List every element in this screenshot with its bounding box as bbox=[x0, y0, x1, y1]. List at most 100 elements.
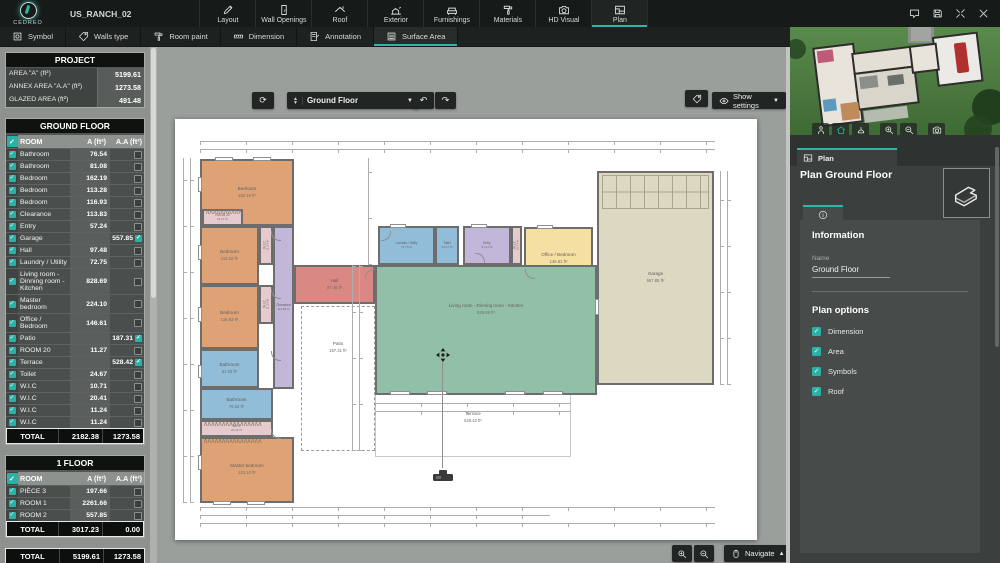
annex-checkbox[interactable] bbox=[134, 300, 142, 308]
navigate-dropdown[interactable]: Navigate ▲ bbox=[724, 545, 786, 562]
annex-checkbox[interactable] bbox=[134, 259, 142, 267]
table-row[interactable]: ✓Bedroom162.19 bbox=[6, 172, 144, 184]
checkbox[interactable]: ✓ bbox=[812, 327, 821, 336]
row-checkbox[interactable]: ✓ bbox=[9, 488, 16, 495]
close-button[interactable] bbox=[976, 7, 990, 21]
annex-checkbox[interactable] bbox=[134, 223, 142, 231]
room-entry[interactable]: Entry57.24 ft² bbox=[463, 226, 511, 265]
zoom-in-button[interactable] bbox=[672, 545, 692, 562]
annex-checkbox[interactable]: ✓ bbox=[135, 359, 142, 366]
annex-checkbox[interactable] bbox=[134, 512, 142, 520]
row-checkbox[interactable]: ✓ bbox=[9, 500, 16, 507]
row-checkbox[interactable]: ✓ bbox=[9, 163, 16, 170]
3d-preview[interactable] bbox=[790, 27, 1000, 135]
room-living-room-dinning-room-kitchen[interactable]: Living room - Dinning room - Kitchen828.… bbox=[375, 265, 597, 395]
option-roof[interactable]: ✓Roof bbox=[812, 387, 968, 396]
table-row[interactable]: ✓Bedroom116.93 bbox=[6, 196, 144, 208]
select-all-checkbox[interactable]: ✓ bbox=[7, 136, 18, 147]
tab-materials[interactable]: Materials bbox=[479, 0, 535, 27]
row-checkbox[interactable]: ✓ bbox=[9, 419, 16, 426]
row-checkbox[interactable]: ✓ bbox=[9, 347, 16, 354]
annex-checkbox[interactable] bbox=[134, 211, 142, 219]
row-checkbox[interactable]: ✓ bbox=[9, 320, 16, 327]
table-row[interactable]: ✓Laundry / Utility72.75 bbox=[6, 256, 144, 268]
compass-view-button[interactable] bbox=[852, 123, 869, 135]
table-row[interactable]: ✓Entry57.24 bbox=[6, 220, 144, 232]
row-checkbox[interactable]: ✓ bbox=[9, 512, 16, 519]
row-checkbox[interactable]: ✓ bbox=[9, 359, 16, 366]
home-view-button[interactable] bbox=[832, 123, 849, 135]
panel-scrollbar[interactable] bbox=[995, 147, 999, 347]
checkbox[interactable]: ✓ bbox=[812, 387, 821, 396]
annex-checkbox[interactable] bbox=[134, 247, 142, 255]
annex-checkbox[interactable] bbox=[134, 319, 142, 327]
table-row[interactable]: ✓PIÈCE 3197.66 bbox=[6, 485, 144, 497]
option-dimension[interactable]: ✓Dimension bbox=[812, 327, 968, 336]
redo-button[interactable]: ↷ bbox=[435, 92, 456, 109]
refresh-button[interactable]: ⟳ bbox=[252, 92, 274, 109]
restore-button[interactable] bbox=[953, 7, 967, 21]
row-checkbox[interactable]: ✓ bbox=[9, 199, 16, 206]
table-row[interactable]: ✓Clearance113.83 bbox=[6, 208, 144, 220]
floor-stepper[interactable]: ▲▼ bbox=[293, 97, 303, 105]
annex-checkbox[interactable] bbox=[134, 419, 142, 427]
tool-walls-type[interactable]: Walls type bbox=[66, 27, 141, 46]
tab-plan[interactable]: Plan bbox=[797, 148, 897, 166]
row-checkbox[interactable]: ✓ bbox=[9, 247, 16, 254]
row-checkbox[interactable]: ✓ bbox=[9, 395, 16, 402]
undo-button[interactable]: ↶ bbox=[413, 92, 434, 109]
tab-wall-openings[interactable]: Wall Openings bbox=[255, 0, 311, 27]
show-settings-dropdown[interactable]: Show settings ▼ bbox=[712, 92, 786, 109]
table-row[interactable]: ✓ROOM 2557.85 bbox=[6, 509, 144, 521]
zoomin-view-button[interactable] bbox=[880, 123, 897, 135]
annex-checkbox[interactable] bbox=[134, 347, 142, 355]
room-bathroom[interactable]: Bathroom81.08 ft² bbox=[200, 349, 259, 388]
option-area[interactable]: ✓Area bbox=[812, 347, 968, 356]
tab-plan[interactable]: Plan bbox=[591, 0, 648, 27]
tool-room-paint[interactable]: Room paint bbox=[141, 27, 220, 46]
annex-checkbox[interactable]: ✓ bbox=[135, 235, 142, 242]
row-checkbox[interactable]: ✓ bbox=[9, 223, 16, 230]
room-bedroom[interactable]: Bedroom113.28 ft² bbox=[200, 226, 259, 285]
layers-button[interactable] bbox=[685, 90, 708, 107]
tool-surface-area[interactable]: Surface Area bbox=[374, 27, 458, 46]
person-view-button[interactable] bbox=[812, 123, 829, 135]
row-checkbox[interactable]: ✓ bbox=[9, 175, 16, 182]
move-crosshair-widget[interactable] bbox=[436, 348, 450, 362]
row-checkbox[interactable]: ✓ bbox=[9, 407, 16, 414]
room-toilet[interactable]: Toilet24.67 ft² bbox=[435, 226, 459, 265]
row-checkbox[interactable]: ✓ bbox=[9, 211, 16, 218]
tab-roof[interactable]: Roof bbox=[311, 0, 367, 27]
row-checkbox[interactable]: ✓ bbox=[9, 383, 16, 390]
annex-checkbox[interactable] bbox=[134, 407, 142, 415]
lamp-symbol[interactable] bbox=[431, 468, 455, 487]
tool-symbol[interactable]: Symbol bbox=[0, 27, 66, 46]
zoomout-view-button[interactable] bbox=[900, 123, 917, 135]
table-row[interactable]: ✓W.I.C11.24 bbox=[6, 416, 144, 428]
table-row[interactable]: ✓Master bedroom224.10 bbox=[6, 294, 144, 313]
table-row[interactable]: ✓Bathroom81.08 bbox=[6, 160, 144, 172]
table-row[interactable]: ✓Garage557.85✓ bbox=[6, 232, 144, 244]
table-row[interactable]: ✓Bedroom113.28 bbox=[6, 184, 144, 196]
table-row[interactable]: ✓W.I.C10.71 bbox=[6, 380, 144, 392]
annex-checkbox[interactable] bbox=[134, 488, 142, 496]
plan-3d-thumbnail[interactable] bbox=[943, 168, 990, 218]
select-all-checkbox[interactable]: ✓ bbox=[7, 473, 18, 484]
camera-view-button[interactable] bbox=[928, 123, 945, 135]
room-w-i-c[interactable]: W.I.C10.71 ft² bbox=[511, 226, 522, 265]
room-bathroom[interactable]: Bathroom76.54 ft² bbox=[200, 388, 273, 420]
table-row[interactable]: ✓Living room - Dinning room - Kitchen828… bbox=[6, 268, 144, 294]
checkbox[interactable]: ✓ bbox=[812, 367, 821, 376]
row-checkbox[interactable]: ✓ bbox=[9, 151, 16, 158]
room-garage[interactable]: Garage557.85 ft² bbox=[597, 171, 714, 385]
row-checkbox[interactable]: ✓ bbox=[9, 301, 16, 308]
table-row[interactable]: ✓Bathroom76.54 bbox=[6, 148, 144, 160]
table-row[interactable]: ✓Toilet24.67 bbox=[6, 368, 144, 380]
cedreo-logo[interactable]: CEDREO bbox=[0, 0, 56, 27]
annex-checkbox[interactable] bbox=[134, 163, 142, 171]
sidebar-scrollbar[interactable] bbox=[150, 46, 157, 563]
row-checkbox[interactable]: ✓ bbox=[9, 259, 16, 266]
tab-hd-visual[interactable]: HD Visual bbox=[535, 0, 591, 27]
floor-selector[interactable]: ▲▼ Ground Floor ▼ bbox=[287, 92, 419, 109]
row-checkbox[interactable]: ✓ bbox=[9, 235, 16, 242]
